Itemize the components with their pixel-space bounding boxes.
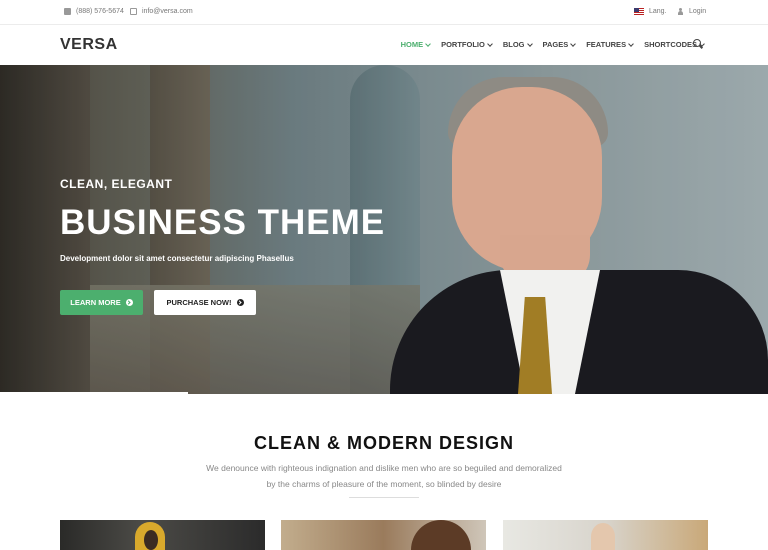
- search-icon[interactable]: [693, 39, 703, 49]
- chevron-down-icon: [628, 40, 634, 47]
- section-description: We denounce with righteous indignation a…: [206, 463, 562, 489]
- email-address: info@versa.com: [142, 8, 193, 15]
- language-label: Lang.: [649, 8, 667, 15]
- user-icon: [677, 8, 684, 15]
- chevron-down-icon: [526, 40, 533, 47]
- card-person-face: [144, 530, 158, 550]
- nav-label: PAGES: [542, 40, 569, 49]
- slider-progress-bar: [0, 392, 188, 394]
- phone-number: (888) 576-5674: [76, 8, 124, 15]
- hero-title: BUSINESS THEME: [60, 203, 386, 242]
- learn-more-label: LEARN MORE: [70, 298, 121, 307]
- arrow-circle-right-icon: [125, 299, 133, 306]
- arrow-circle-right-icon: [236, 299, 244, 306]
- top-bar: (888) 576-5674 info@versa.com Lang. Logi…: [0, 0, 768, 25]
- feature-card-image[interactable]: [281, 520, 486, 550]
- section-divider: [349, 497, 419, 498]
- email-contact[interactable]: info@versa.com: [130, 8, 193, 15]
- login-label: Login: [689, 8, 707, 15]
- nav-label: BLOG: [502, 40, 525, 49]
- nav-label: SHORTCODES: [644, 40, 697, 49]
- phone-contact[interactable]: (888) 576-5674: [64, 8, 124, 15]
- hero-subtitle: Development dolor sit amet consectetur a…: [60, 254, 294, 263]
- card-person: [591, 523, 615, 550]
- card-person-hair: [411, 520, 471, 550]
- purchase-now-label: PURCHASE NOW!: [166, 298, 232, 307]
- hero-eyebrow: CLEAN, ELEGANT: [60, 177, 173, 191]
- chevron-down-icon: [570, 40, 577, 47]
- feature-card-image[interactable]: [503, 520, 708, 550]
- nav-item-home[interactable]: HOME: [401, 40, 431, 49]
- phone-icon: [64, 8, 71, 15]
- nav-item-portfolio[interactable]: PORTFOLIO: [441, 40, 493, 49]
- logo[interactable]: VERSA: [60, 36, 118, 54]
- learn-more-button[interactable]: LEARN MORE: [60, 290, 143, 315]
- mail-icon: [130, 8, 137, 15]
- language-selector[interactable]: Lang.: [634, 8, 667, 15]
- nav-label: HOME: [400, 40, 424, 49]
- chevron-down-icon: [486, 40, 493, 47]
- chevron-down-icon: [425, 40, 431, 47]
- section-title: CLEAN & MODERN DESIGN: [253, 433, 514, 453]
- nav-label: FEATURES: [586, 40, 627, 49]
- feature-card-image[interactable]: [60, 520, 265, 550]
- purchase-now-button[interactable]: PURCHASE NOW!: [154, 290, 256, 315]
- main-nav: HOME PORTFOLIO BLOG PAGES FEATURES SHORT…: [401, 40, 705, 49]
- nav-item-features[interactable]: FEATURES: [586, 40, 634, 49]
- nav-item-pages[interactable]: PAGES: [542, 40, 577, 49]
- nav-label: PORTFOLIO: [441, 40, 485, 49]
- login-link[interactable]: Login: [677, 8, 706, 15]
- nav-item-blog[interactable]: BLOG: [502, 40, 533, 49]
- hero-slider: CLEAN, ELEGANT BUSINESS THEME Developmen…: [0, 65, 768, 394]
- main-header: VERSA HOME PORTFOLIO BLOG PAGES FEATURES…: [0, 25, 768, 65]
- us-flag-icon: [634, 8, 644, 15]
